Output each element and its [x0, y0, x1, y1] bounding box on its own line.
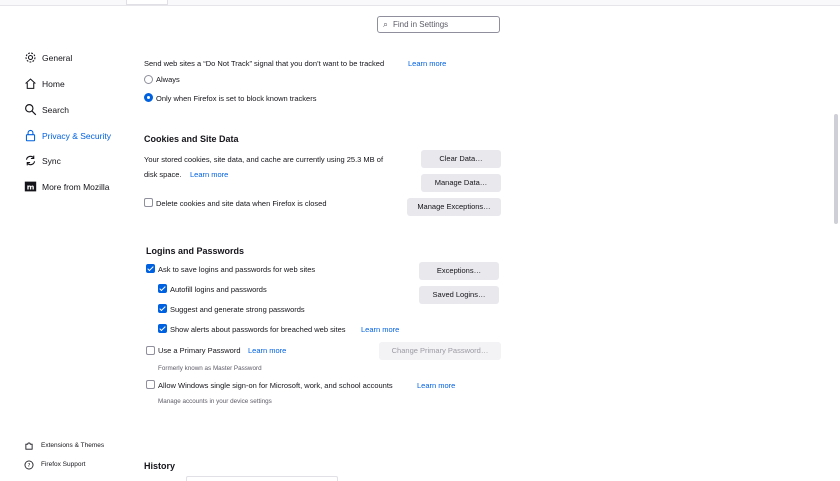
cookies-learn-more-link[interactable]: Learn more: [190, 170, 228, 179]
find-in-settings-field[interactable]: ⌕ Find in Settings: [377, 16, 500, 33]
primary-password-checkbox[interactable]: [146, 346, 155, 355]
history-dropdown[interactable]: [186, 476, 338, 481]
sidebar-item-label: Sync: [42, 156, 61, 166]
autofill-label: Autofill logins and passwords: [170, 285, 267, 294]
sidebar-footer-label: Firefox Support: [41, 461, 86, 468]
suggest-passwords-label: Suggest and generate strong passwords: [170, 305, 305, 314]
logins-section-title: Logins and Passwords: [146, 246, 245, 256]
breach-alerts-label: Show alerts about passwords for breached…: [170, 325, 346, 334]
sidebar-item-search[interactable]: Search: [24, 103, 134, 119]
dnt-always-radio[interactable]: [144, 75, 153, 84]
cookies-section-title: Cookies and Site Data: [144, 134, 239, 144]
dnt-learn-more-link[interactable]: Learn more: [408, 59, 446, 68]
sidebar-footer-extensions-themes[interactable]: Extensions & Themes: [24, 441, 134, 457]
dnt-only-when-radio[interactable]: [144, 93, 153, 102]
ask-to-save-checkbox[interactable]: [146, 264, 155, 273]
page-scrollbar-thumb[interactable]: [834, 114, 838, 224]
delete-on-close-checkbox[interactable]: [144, 198, 153, 207]
puzzle-icon: [25, 442, 33, 450]
breach-alerts-checkbox[interactable]: [158, 324, 167, 333]
browser-tab[interactable]: [126, 0, 168, 5]
help-icon: ?: [24, 460, 34, 470]
manage-data-button[interactable]: Manage Data…: [421, 174, 501, 192]
suggest-passwords-checkbox[interactable]: [158, 304, 167, 313]
sso-hint: Manage accounts in your device settings: [158, 398, 272, 405]
autofill-checkbox[interactable]: [158, 284, 167, 293]
delete-on-close-label: Delete cookies and site data when Firefo…: [156, 199, 327, 208]
gear-icon: [25, 52, 36, 63]
dnt-description: Send web sites a “Do Not Track” signal t…: [144, 59, 385, 68]
ask-to-save-label: Ask to save logins and passwords for web…: [158, 265, 316, 274]
home-icon: [25, 78, 36, 89]
dnt-only-when-label: Only when Firefox is set to block known …: [156, 94, 317, 103]
sso-learn-more-link[interactable]: Learn more: [417, 381, 455, 390]
search-icon: ⌕: [383, 19, 389, 29]
dnt-always-label: Always: [156, 75, 180, 84]
sidebar-item-more-from-mozilla[interactable]: m More from Mozilla: [24, 180, 134, 196]
sidebar-item-label: Privacy & Security: [42, 131, 111, 141]
browser-top-strip: [0, 0, 840, 6]
svg-text:m: m: [27, 182, 35, 191]
history-section-title: History: [144, 461, 176, 471]
cookies-usage-line1: Your stored cookies, site data, and cach…: [144, 155, 384, 164]
saved-logins-button[interactable]: Saved Logins…: [419, 286, 499, 304]
svg-text:?: ?: [28, 463, 31, 469]
sidebar-item-label: Home: [42, 79, 65, 89]
search-icon: [25, 104, 37, 116]
sidebar-item-sync[interactable]: Sync: [24, 154, 134, 170]
sync-icon: [25, 155, 36, 166]
sidebar-item-label: General: [42, 53, 73, 63]
login-exceptions-button[interactable]: Exceptions…: [419, 262, 499, 280]
cookies-usage-line2: disk space.: [144, 170, 182, 179]
formerly-master-password-hint: Formerly known as Master Password: [158, 365, 262, 372]
sidebar-item-home[interactable]: Home: [24, 77, 134, 93]
sidebar-footer-label: Extensions & Themes: [41, 442, 105, 449]
sidebar-item-general[interactable]: General: [24, 51, 134, 67]
sidebar-item-label: Search: [42, 105, 69, 115]
change-primary-password-button[interactable]: Change Primary Password…: [379, 342, 501, 360]
breach-learn-more-link[interactable]: Learn more: [361, 325, 399, 334]
primary-password-label: Use a Primary Password: [158, 346, 241, 355]
mozilla-icon: m: [24, 181, 37, 192]
sidebar-item-privacy-security[interactable]: Privacy & Security: [24, 129, 134, 145]
primary-learn-more-link[interactable]: Learn more: [248, 346, 286, 355]
manage-exceptions-button[interactable]: Manage Exceptions…: [407, 198, 501, 216]
lock-icon: [25, 129, 36, 142]
sidebar-item-label: More from Mozilla: [42, 182, 110, 192]
search-placeholder: Find in Settings: [393, 20, 449, 29]
windows-sso-checkbox[interactable]: [146, 380, 155, 389]
windows-sso-label: Allow Windows single sign-on for Microso…: [158, 381, 393, 390]
clear-data-button[interactable]: Clear Data…: [421, 150, 501, 168]
sidebar-footer-firefox-support[interactable]: ? Firefox Support: [24, 460, 134, 476]
